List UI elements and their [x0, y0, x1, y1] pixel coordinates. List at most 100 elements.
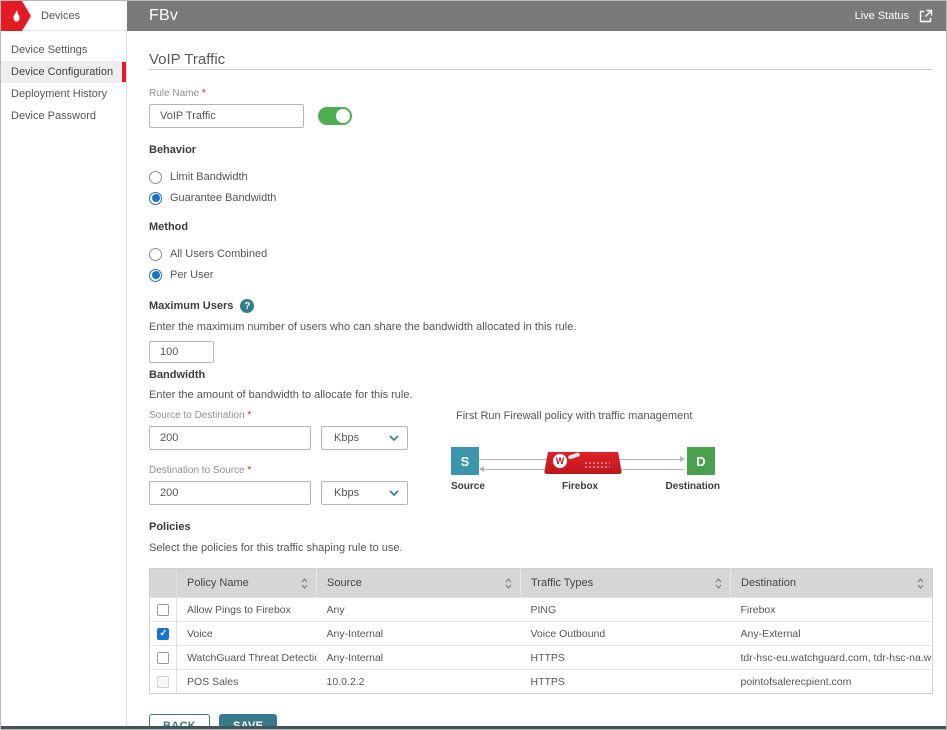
policy-select-cell — [150, 646, 177, 670]
column-header-policy-name[interactable]: Policy Name — [177, 569, 317, 598]
chevron-down-icon — [389, 435, 399, 441]
destination-to-source-input[interactable] — [149, 481, 311, 505]
source-cell: Any — [317, 598, 521, 622]
radio-icon — [149, 171, 162, 184]
destination-node-label: Destination — [666, 481, 720, 492]
sidebar-item-device-configuration[interactable]: Device Configuration — [1, 61, 126, 83]
radio-label: Limit Bandwidth — [170, 171, 248, 183]
column-header-traffic-types[interactable]: Traffic Types — [521, 569, 731, 598]
brand-area: Devices — [1, 1, 127, 31]
radio-icon — [149, 248, 162, 261]
unit-value: Kbps — [334, 432, 359, 444]
behavior-label: Behavior — [149, 144, 933, 157]
destination-cell: Firebox — [731, 598, 933, 622]
live-status-label: Live Status — [855, 10, 909, 22]
device-title: FBv — [149, 7, 178, 25]
arrowhead-left-icon — [479, 466, 484, 472]
firebox-vents — [584, 461, 610, 469]
policy-name-cell: WatchGuard Threat Detectio... — [177, 646, 317, 670]
source-cell: 10.0.2.2 — [317, 670, 521, 694]
rule-name-label: Rule Name * — [149, 88, 933, 100]
toggle-knob — [336, 109, 350, 123]
chevron-down-icon — [389, 490, 399, 496]
destination-to-source-label: Destination to Source * — [149, 465, 408, 477]
required-marker: * — [202, 88, 206, 99]
rule-enabled-toggle[interactable] — [318, 107, 352, 125]
live-status-link[interactable]: Live Status — [855, 9, 933, 24]
help-icon[interactable]: ? — [240, 299, 254, 313]
policy-row[interactable]: VoiceAny-InternalVoice OutboundAny-Exter… — [150, 622, 933, 646]
source-to-destination-input[interactable] — [149, 426, 311, 450]
sidebar-item-device-password[interactable]: Device Password — [1, 105, 126, 127]
policies-table-body: Allow Pings to FireboxAnyPINGFireboxVoic… — [150, 598, 933, 694]
policy-row[interactable]: WatchGuard Threat Detectio...Any-Interna… — [150, 646, 933, 670]
sidebar-item-label: Device Settings — [11, 44, 87, 56]
radio-limit-bandwidth[interactable]: Limit Bandwidth — [149, 170, 933, 184]
firebox-appliance-image: W — [544, 448, 622, 476]
sidebar-item-label: Device Password — [11, 110, 96, 122]
title-divider — [149, 69, 933, 70]
policies-description: Select the policies for this traffic sha… — [149, 542, 933, 555]
table-header-row: Policy Name Source Traffic Types Destina… — [150, 569, 933, 598]
policy-select-cell — [150, 622, 177, 646]
radio-icon-selected — [149, 192, 162, 205]
maximum-users-input[interactable] — [149, 341, 214, 363]
sort-icon — [505, 578, 512, 589]
policy-select-cell — [150, 598, 177, 622]
arrowhead-right-icon — [680, 456, 685, 462]
radio-icon-selected — [149, 269, 162, 282]
active-indicator — [122, 62, 126, 82]
rule-name-input[interactable] — [149, 104, 304, 128]
sidebar-item-device-settings[interactable]: Device Settings — [1, 39, 126, 61]
maximum-users-description: Enter the maximum number of users who ca… — [149, 321, 933, 334]
policy-row[interactable]: Allow Pings to FireboxAnyPINGFirebox — [150, 598, 933, 622]
policy-checkbox[interactable] — [157, 604, 169, 616]
flame-icon — [11, 10, 22, 23]
sidebar-item-deployment-history[interactable]: Deployment History — [1, 83, 126, 105]
source-cell: Any-Internal — [317, 622, 521, 646]
column-header-source[interactable]: Source — [317, 569, 521, 598]
source-node-label: Source — [451, 481, 485, 492]
radio-label: All Users Combined — [170, 248, 267, 260]
policy-checkbox[interactable] — [157, 628, 169, 640]
sort-icon — [917, 578, 924, 589]
radio-per-user[interactable]: Per User — [149, 268, 933, 282]
window-bottom-edge — [1, 726, 946, 729]
traffic-types-cell: HTTPS — [521, 670, 731, 694]
bandwidth-label: Bandwidth — [149, 369, 933, 382]
watchguard-logo — [1, 1, 31, 31]
app-window: Devices FBv Live Status Device Settings … — [0, 0, 947, 730]
firebox-label: Firebox — [562, 481, 598, 492]
policies-table: Policy Name Source Traffic Types Destina… — [149, 568, 933, 694]
brand-label: Devices — [41, 10, 80, 22]
sidebar-item-label: Deployment History — [11, 88, 107, 100]
policy-name-cell: Voice — [177, 622, 317, 646]
bandwidth-description: Enter the amount of bandwidth to allocat… — [149, 389, 933, 402]
main-content: VoIP Traffic Rule Name * Behavior Limit … — [127, 31, 947, 728]
diagram-caption: First Run Firewall policy with traffic m… — [456, 410, 715, 423]
policy-name-cell: Allow Pings to Firebox — [177, 598, 317, 622]
traffic-types-cell: PING — [521, 598, 731, 622]
radio-guarantee-bandwidth[interactable]: Guarantee Bandwidth — [149, 191, 933, 205]
sort-icon — [301, 578, 308, 589]
maximum-users-label: Maximum Users — [149, 300, 233, 313]
radio-all-users-combined[interactable]: All Users Combined — [149, 247, 933, 261]
destination-cell: Any-External — [731, 622, 933, 646]
app-header: FBv Live Status — [127, 1, 946, 31]
source-to-destination-unit-select[interactable]: Kbps — [321, 426, 408, 450]
traffic-types-cell: Voice Outbound — [521, 622, 731, 646]
column-header-destination[interactable]: Destination — [731, 569, 933, 598]
top-bar: Devices FBv Live Status — [1, 1, 946, 31]
firebox-logo-icon: W — [553, 454, 567, 468]
destination-to-source-unit-select[interactable]: Kbps — [321, 481, 408, 505]
sort-icon — [715, 578, 722, 589]
select-column-header — [150, 569, 177, 598]
policy-checkbox[interactable] — [157, 652, 169, 664]
sidebar: Device Settings Device Configuration Dep… — [1, 31, 127, 728]
sidebar-item-label: Device Configuration — [11, 66, 113, 78]
destination-cell: pointofsalerecpient.com — [731, 670, 933, 694]
firewall-diagram-panel: First Run Firewall policy with traffic m… — [456, 410, 715, 505]
source-cell: Any-Internal — [317, 646, 521, 670]
policy-row[interactable]: POS Sales10.0.2.2HTTPSpointofsalerecpien… — [150, 670, 933, 694]
policy-checkbox — [157, 676, 169, 688]
